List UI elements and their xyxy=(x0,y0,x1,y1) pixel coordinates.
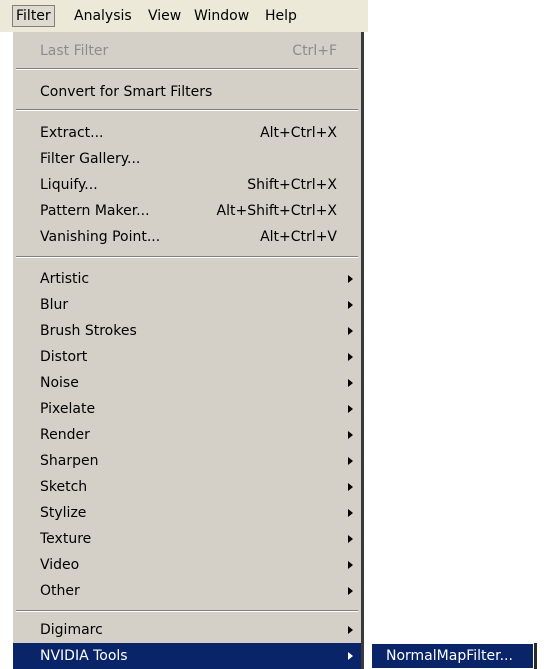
menu-item-noise[interactable]: Noise xyxy=(13,370,361,396)
menu-item-nvidia-tools[interactable]: NVIDIA Tools xyxy=(13,643,361,669)
menu-item-extract[interactable]: Extract... Alt+Ctrl+X xyxy=(13,120,361,146)
menu-item-liquify[interactable]: Liquify... Shift+Ctrl+X xyxy=(13,172,361,198)
menu-item-label: Render xyxy=(40,427,90,443)
menu-item-blur[interactable]: Blur xyxy=(13,292,361,318)
menu-separator xyxy=(16,610,358,612)
submenu-arrow-icon xyxy=(348,405,353,413)
menu-item-shortcut: Ctrl+F xyxy=(292,43,337,59)
menu-separator xyxy=(16,256,358,258)
submenu-arrow-icon xyxy=(348,483,353,491)
filter-menu: Last Filter Ctrl+F Convert for Smart Fil… xyxy=(12,32,361,669)
menu-item-label: Vanishing Point... xyxy=(40,229,161,245)
submenu-arrow-icon xyxy=(348,561,353,569)
menu-item-label: Digimarc xyxy=(40,622,103,638)
menu-item-label: Artistic xyxy=(40,271,90,287)
menu-item-video[interactable]: Video xyxy=(13,552,361,578)
menu-help[interactable]: Help xyxy=(262,5,300,27)
menu-item-shortcut: Alt+Shift+Ctrl+X xyxy=(216,203,337,219)
menu-item-label: Brush Strokes xyxy=(40,323,137,339)
submenu-shadow xyxy=(534,643,537,669)
menu-item-brush-strokes[interactable]: Brush Strokes xyxy=(13,318,361,344)
menu-item-convert-smart-filters[interactable]: Convert for Smart Filters xyxy=(13,79,361,105)
menu-item-shortcut: Alt+Ctrl+V xyxy=(260,229,337,245)
menu-item-label: Extract... xyxy=(40,125,104,141)
submenu-arrow-icon xyxy=(348,535,353,543)
menu-item-pixelate[interactable]: Pixelate xyxy=(13,396,361,422)
menu-separator xyxy=(16,68,358,70)
submenu-arrow-icon xyxy=(348,353,353,361)
menu-item-filter-gallery[interactable]: Filter Gallery... xyxy=(13,146,361,172)
menu-item-sketch[interactable]: Sketch xyxy=(13,474,361,500)
submenu-arrow-icon xyxy=(348,509,353,517)
menu-item-label: Texture xyxy=(40,531,92,547)
submenu-arrow-icon xyxy=(348,379,353,387)
menu-item-label: Pixelate xyxy=(40,401,96,417)
submenu-arrow-icon xyxy=(348,587,353,595)
menu-item-other[interactable]: Other xyxy=(13,578,361,604)
submenu-arrow-icon xyxy=(348,301,353,309)
menu-item-label: Convert for Smart Filters xyxy=(40,84,213,100)
nvidia-tools-submenu: NormalMapFilter... xyxy=(371,643,534,669)
menu-item-shortcut: Alt+Ctrl+X xyxy=(260,125,337,141)
menu-item-artistic[interactable]: Artistic xyxy=(13,266,361,292)
menu-item-label: Noise xyxy=(40,375,79,391)
menu-item-last-filter: Last Filter Ctrl+F xyxy=(13,38,361,64)
menu-separator xyxy=(16,109,358,111)
menu-bar: Filter Analysis View Window Help xyxy=(0,0,368,32)
submenu-arrow-icon xyxy=(348,431,353,439)
submenu-item-normal-map-filter[interactable]: NormalMapFilter... xyxy=(372,644,533,668)
menu-item-pattern-maker[interactable]: Pattern Maker... Alt+Shift+Ctrl+X xyxy=(13,198,361,224)
menu-item-label: Video xyxy=(40,557,80,573)
menu-view[interactable]: View xyxy=(145,5,184,27)
menu-item-distort[interactable]: Distort xyxy=(13,344,361,370)
menu-item-label: Stylize xyxy=(40,505,87,521)
submenu-arrow-icon xyxy=(348,652,353,660)
menu-item-vanishing-point[interactable]: Vanishing Point... Alt+Ctrl+V xyxy=(13,224,361,250)
menu-item-label: Sharpen xyxy=(40,453,99,469)
submenu-arrow-icon xyxy=(348,327,353,335)
menu-item-label: Distort xyxy=(40,349,88,365)
menu-analysis[interactable]: Analysis xyxy=(71,5,135,27)
menu-item-label: NVIDIA Tools xyxy=(40,648,128,664)
menu-item-render[interactable]: Render xyxy=(13,422,361,448)
menu-item-label: Blur xyxy=(40,297,69,313)
menu-item-texture[interactable]: Texture xyxy=(13,526,361,552)
menu-window[interactable]: Window xyxy=(191,5,252,27)
menu-filter[interactable]: Filter xyxy=(12,5,55,27)
menu-item-label: Last Filter xyxy=(40,43,109,59)
menu-item-label: Liquify... xyxy=(40,177,98,193)
submenu-arrow-icon xyxy=(348,275,353,283)
menu-item-label: Pattern Maker... xyxy=(40,203,150,219)
menu-item-label: Filter Gallery... xyxy=(40,151,141,167)
menu-item-digimarc[interactable]: Digimarc xyxy=(13,617,361,643)
menu-item-stylize[interactable]: Stylize xyxy=(13,500,361,526)
submenu-arrow-icon xyxy=(348,457,353,465)
menu-item-label: Sketch xyxy=(40,479,88,495)
menu-item-label: Other xyxy=(40,583,80,599)
submenu-arrow-icon xyxy=(348,626,353,634)
menu-item-shortcut: Shift+Ctrl+X xyxy=(247,177,337,193)
menu-item-sharpen[interactable]: Sharpen xyxy=(13,448,361,474)
menu-shadow xyxy=(361,32,364,669)
